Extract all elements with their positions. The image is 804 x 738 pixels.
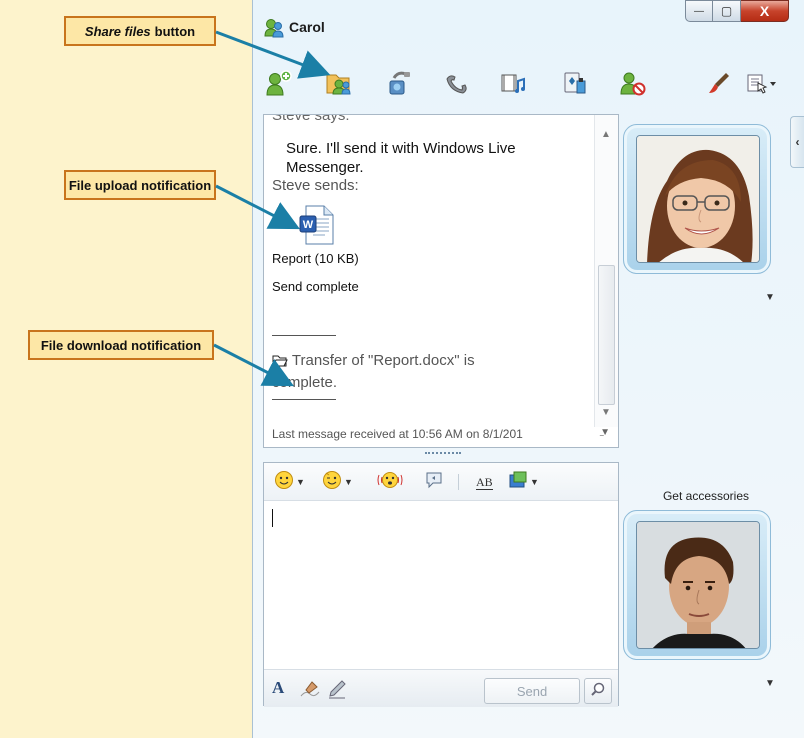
share-files-button[interactable] bbox=[321, 68, 357, 102]
window-title: Carol bbox=[289, 19, 325, 35]
scroll-to-end-icon[interactable]: ▼ ‾ bbox=[600, 428, 610, 446]
conversation-pane: Steve says: Sure. I'll send it with Wind… bbox=[263, 114, 619, 448]
show-video-button[interactable] bbox=[495, 68, 531, 102]
pane-splitter[interactable] bbox=[425, 452, 461, 454]
background-button[interactable]: ▼ bbox=[508, 471, 539, 493]
video-call-icon bbox=[384, 69, 414, 102]
caption-buttons: — ▢ X bbox=[685, 0, 789, 22]
font-spell-icon: AB bbox=[476, 474, 493, 490]
block-icon bbox=[618, 69, 648, 102]
text-mode-button[interactable]: A bbox=[272, 678, 294, 702]
file-download-callout: File download notification bbox=[28, 330, 214, 360]
get-accessories-link[interactable]: Get accessories bbox=[641, 489, 771, 503]
block-button[interactable] bbox=[615, 68, 651, 102]
scroll-down-icon[interactable]: ▼ bbox=[601, 407, 611, 418]
nudge-icon bbox=[376, 470, 404, 495]
voice-clip-button[interactable] bbox=[424, 471, 444, 493]
user-picture-menu-icon[interactable]: ▼ bbox=[765, 678, 775, 689]
file-upload-callout: File upload notification bbox=[64, 170, 216, 200]
compose-toolbar: ▼ ▼ AB ▼ bbox=[264, 463, 618, 501]
last-message-status: Last message received at 10:56 AM on 8/1… bbox=[272, 427, 523, 441]
chevron-down-icon: ▼ bbox=[296, 477, 305, 487]
font-glyph: AB bbox=[476, 474, 493, 490]
close-button[interactable]: X bbox=[741, 0, 789, 22]
transfer-notice: Transfer of "Report.docx" is complete. bbox=[272, 351, 572, 393]
user-display-picture[interactable] bbox=[623, 510, 771, 660]
send-status: Send complete bbox=[272, 279, 359, 294]
pen-icon bbox=[326, 680, 348, 704]
chevron-left-icon: ‹ bbox=[795, 135, 800, 149]
close-icon: X bbox=[759, 3, 770, 19]
toolbar-divider bbox=[458, 474, 459, 490]
transfer-notice-line-2: complete. bbox=[272, 374, 338, 391]
message-text: Sure. I'll send it with Windows Live Mes… bbox=[272, 139, 516, 177]
message-line-2: Messenger. bbox=[286, 159, 364, 176]
compose-footer: A Send bbox=[264, 669, 618, 707]
share-files-callout: Share files button bbox=[64, 16, 216, 46]
paint-button[interactable] bbox=[701, 68, 737, 102]
title-bar: Carol — ▢ X bbox=[253, 0, 804, 58]
more-options-button[interactable] bbox=[741, 68, 781, 102]
sender-line: Steve sends: bbox=[272, 177, 359, 194]
conversation-scrollbar[interactable]: ▲ ▼ bbox=[594, 115, 618, 427]
main-toolbar bbox=[253, 58, 804, 114]
change-font-button[interactable]: AB bbox=[476, 471, 493, 493]
share-files-icon bbox=[324, 69, 354, 102]
contact-display-picture[interactable] bbox=[623, 124, 771, 274]
maximize-button[interactable]: ▢ bbox=[713, 0, 741, 22]
games-icon bbox=[560, 69, 590, 102]
send-button[interactable]: Send bbox=[484, 678, 580, 704]
scroll-up-icon[interactable]: ▲ bbox=[601, 129, 611, 140]
nudge-button[interactable] bbox=[376, 471, 404, 493]
message-history: Steve says: Sure. I'll send it with Wind… bbox=[264, 114, 594, 447]
file-name: Report (10 KB) bbox=[272, 251, 359, 266]
scrollbar-thumb[interactable] bbox=[598, 265, 615, 405]
message-line-1: Sure. I'll send it with Windows Live bbox=[286, 140, 516, 157]
invite-contact-icon bbox=[264, 69, 294, 102]
chevron-down-icon: ▼ bbox=[530, 477, 539, 487]
compose-area: ▼ ▼ AB ▼ A Send bbox=[263, 462, 619, 707]
separator-line-1 bbox=[272, 335, 336, 336]
invite-contact-button[interactable] bbox=[261, 68, 297, 102]
wink-icon bbox=[322, 470, 342, 495]
winks-button[interactable]: ▼ bbox=[322, 470, 353, 495]
partial-sender-line: Steve says: bbox=[272, 114, 350, 124]
contact-picture-menu-icon[interactable]: ▼ bbox=[765, 292, 775, 303]
collapse-panel-button[interactable]: ‹ bbox=[790, 116, 804, 168]
call-button[interactable] bbox=[439, 68, 475, 102]
call-icon bbox=[442, 69, 472, 102]
folder-icon bbox=[272, 353, 288, 373]
games-button[interactable] bbox=[557, 68, 593, 102]
separator-line-2 bbox=[272, 399, 336, 400]
minimize-button[interactable]: — bbox=[685, 0, 713, 22]
minimize-icon: — bbox=[694, 5, 704, 17]
search-icon bbox=[590, 681, 606, 702]
video-call-button[interactable] bbox=[381, 68, 417, 102]
message-input[interactable] bbox=[264, 501, 618, 669]
handwriting-icon bbox=[298, 681, 322, 704]
user-avatar bbox=[636, 521, 760, 649]
search-button[interactable] bbox=[584, 678, 612, 704]
handwriting-button[interactable] bbox=[298, 678, 322, 705]
chevron-down-icon: ▼ bbox=[344, 477, 353, 487]
messenger-window: Carol — ▢ X Steve says: Sure. I'll send … bbox=[252, 0, 804, 738]
messenger-logo-icon bbox=[263, 18, 285, 43]
draw-button[interactable] bbox=[326, 678, 348, 705]
contact-avatar bbox=[636, 135, 760, 263]
background-icon bbox=[508, 470, 528, 495]
speech-bubble-icon bbox=[424, 470, 444, 495]
emoticons-button[interactable]: ▼ bbox=[274, 470, 305, 495]
text-mode-icon: A bbox=[272, 678, 285, 697]
show-video-icon bbox=[498, 69, 528, 102]
maximize-icon: ▢ bbox=[720, 4, 733, 18]
menu-icon bbox=[744, 69, 778, 102]
transfer-notice-line-1: Transfer of "Report.docx" is bbox=[291, 352, 475, 369]
smiley-icon bbox=[274, 470, 294, 495]
paint-icon bbox=[704, 69, 734, 102]
word-document-icon[interactable]: W bbox=[296, 203, 340, 252]
svg-text:W: W bbox=[303, 219, 314, 231]
